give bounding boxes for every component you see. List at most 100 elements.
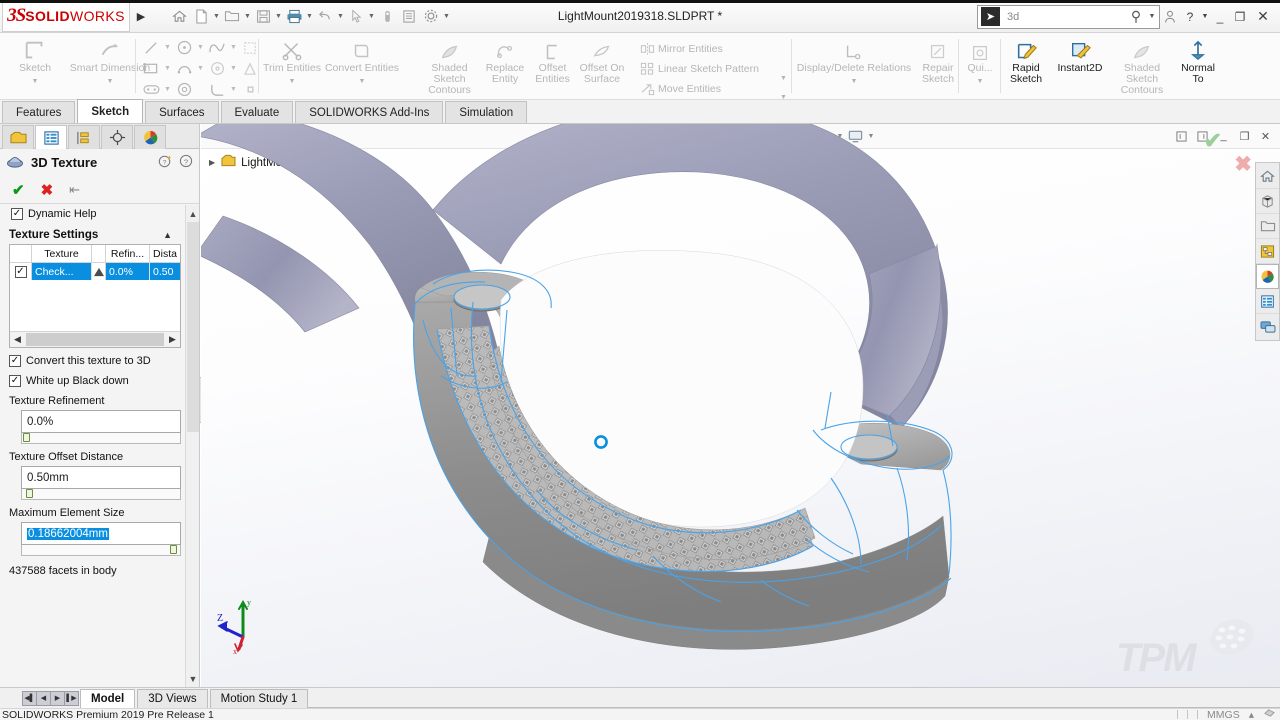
dynamic-help-row[interactable]: ✓ Dynamic Help — [9, 205, 176, 223]
options-list-icon[interactable] — [398, 4, 420, 28]
3d-model-render[interactable] — [201, 124, 1280, 687]
maximum-element-size-slider[interactable] — [21, 545, 181, 556]
circle-caret-icon[interactable]: ▼ — [195, 44, 206, 51]
dynamic-help-checkbox[interactable]: ✓ — [11, 208, 23, 220]
texture-refinement-input[interactable]: 0.0% — [21, 410, 181, 433]
polygon-icon[interactable] — [206, 59, 228, 78]
tab-solidworks-addins[interactable]: SOLIDWORKS Add-Ins — [295, 101, 444, 123]
texture-offset-distance-slider-knob[interactable] — [26, 489, 33, 498]
ribbon-display-delete-relations-button[interactable]: Display/Delete Relations ▼ — [795, 33, 913, 100]
previous-tab-button[interactable]: ◀ — [36, 690, 51, 706]
arc-caret-icon[interactable]: ▼ — [195, 65, 206, 72]
help-caret-icon[interactable]: ▼ — [1200, 5, 1210, 29]
ribbon-shaded-sketch-contours-2-button[interactable]: Shaded Sketch Contours — [1110, 33, 1174, 100]
display-manager-tab[interactable] — [134, 125, 166, 149]
ribbon-instant2d-button[interactable]: Instant2D — [1050, 33, 1110, 100]
configuration-manager-tab[interactable] — [68, 125, 100, 149]
ribbon-normal-to-button[interactable]: Normal To — [1174, 33, 1222, 100]
scroll-thumb[interactable] — [26, 333, 164, 346]
ribbon-repair-sketch-button[interactable]: Repair Sketch — [913, 33, 963, 100]
cell-texture[interactable]: Check... — [32, 263, 92, 280]
dimxpert-manager-tab[interactable] — [101, 125, 133, 149]
bottom-tab-motion-study-1[interactable]: Motion Study 1 — [209, 688, 309, 708]
select-cursor-icon[interactable] — [345, 4, 367, 28]
spline-caret-icon[interactable]: ▼ — [228, 44, 239, 51]
smart-dimension-dropdown-caret-icon[interactable]: ▼ — [107, 76, 114, 88]
table-horizontal-scrollbar[interactable]: ◀ ▶ — [10, 331, 180, 347]
ribbon-linear-sketch-pattern-button[interactable]: Linear Sketch Pattern — [636, 60, 759, 79]
scroll-up-button[interactable]: ▲ — [186, 205, 199, 222]
cell-distance[interactable]: 0.50 — [150, 263, 180, 280]
ribbon-mirror-entities-button[interactable]: Mirror Entities — [636, 40, 759, 59]
fillet-icon[interactable] — [206, 80, 228, 99]
circle-icon[interactable] — [173, 38, 195, 57]
spline-icon[interactable] — [206, 38, 228, 57]
tab-sketch[interactable]: Sketch — [77, 99, 144, 123]
help-question-icon[interactable]: ? — [179, 154, 193, 171]
ellipse-icon[interactable] — [173, 80, 195, 99]
bottom-tab-model[interactable]: Model — [80, 688, 136, 708]
maximum-element-size-input[interactable]: 0.18662004mm — [21, 522, 181, 545]
table-row[interactable]: ✓ Check... 0.0% 0.50 — [10, 263, 180, 280]
rebuild-icon[interactable] — [376, 4, 398, 28]
ribbon-shaded-sketch-contours-button[interactable]: Shaded Sketch Contours — [418, 33, 481, 100]
print-caret-icon[interactable]: ▼ — [305, 4, 314, 28]
sketch-dropdown-caret-icon[interactable]: ▼ — [32, 76, 39, 88]
minimize-button[interactable]: _ — [1210, 5, 1230, 29]
restore-button[interactable]: ❐ — [1230, 5, 1250, 29]
home-icon[interactable] — [168, 4, 190, 28]
scroll-thumb-vertical[interactable] — [187, 222, 199, 432]
line-caret-icon[interactable]: ▼ — [162, 44, 173, 51]
quick-snaps-dropdown-caret-icon[interactable]: ▼ — [977, 76, 984, 88]
save-caret-icon[interactable]: ▼ — [274, 4, 283, 28]
ribbon-quick-snaps-button[interactable]: Qui... ▼ — [962, 33, 998, 100]
scroll-left-button[interactable]: ◀ — [10, 332, 25, 347]
ribbon-trim-entities-button[interactable]: Trim Entities ▼ — [262, 33, 322, 100]
pin-button[interactable]: ⇤ — [69, 182, 80, 198]
row-enable-checkbox[interactable]: ✓ — [14, 265, 27, 278]
ribbon-offset-entities-button[interactable]: Offset Entities — [529, 33, 576, 100]
cancel-button[interactable]: ✖ — [41, 181, 54, 199]
open-folder-caret-icon[interactable]: ▼ — [243, 4, 252, 28]
fillet-caret-icon[interactable]: ▼ — [228, 86, 239, 93]
texture-offset-distance-control[interactable]: 0.50mm — [21, 466, 181, 500]
cell-refinement[interactable]: 0.0% — [106, 263, 150, 280]
texture-refinement-control[interactable]: 0.0% — [21, 410, 181, 444]
undo-caret-icon[interactable]: ▼ — [336, 4, 345, 28]
scroll-down-button[interactable]: ▼ — [186, 670, 199, 687]
convert-entities-dropdown-caret-icon[interactable]: ▼ — [359, 76, 366, 88]
texture-offset-distance-slider[interactable] — [21, 489, 181, 500]
whats-new-help-icon[interactable]: ? — [158, 154, 172, 171]
slot-icon[interactable] — [140, 80, 162, 99]
tab-simulation[interactable]: Simulation — [445, 101, 528, 123]
white-up-black-down-checkbox[interactable]: ✓ — [9, 375, 21, 387]
user-account-icon[interactable] — [1160, 5, 1180, 29]
rectangle-icon[interactable] — [140, 59, 162, 78]
ribbon-sketch-button[interactable]: Sketch ▼ — [4, 33, 66, 100]
search-input[interactable]: 3d — [1000, 11, 1125, 23]
trim-entities-dropdown-caret-icon[interactable]: ▼ — [289, 76, 296, 88]
new-document-caret-icon[interactable]: ▼ — [212, 4, 221, 28]
print-icon[interactable] — [283, 4, 305, 28]
scroll-right-button[interactable]: ▶ — [165, 332, 180, 347]
next-tab-button[interactable]: ▶ — [50, 690, 65, 706]
settings-gear-icon[interactable] — [420, 4, 442, 28]
ribbon-offset-on-surface-button[interactable]: Offset On Surface — [576, 33, 628, 100]
maximum-element-size-control[interactable]: 0.18662004mm — [21, 522, 181, 556]
tab-evaluate[interactable]: Evaluate — [220, 101, 294, 123]
texture-refinement-slider-knob[interactable] — [23, 433, 30, 442]
ribbon-rapid-sketch-button[interactable]: Rapid Sketch — [1002, 33, 1050, 100]
tab-surfaces[interactable]: Surfaces — [145, 101, 219, 123]
search-icon[interactable]: ⚲ — [1125, 8, 1147, 25]
save-icon[interactable] — [252, 4, 274, 28]
convert-texture-to-3d-row[interactable]: ✓ Convert this texture to 3D — [9, 355, 176, 368]
rectangle-caret-icon[interactable]: ▼ — [162, 65, 173, 72]
white-up-black-down-row[interactable]: ✓ White up Black down — [9, 375, 176, 388]
close-button[interactable]: ✕ — [1250, 5, 1276, 29]
edit-material-icon[interactable] — [1263, 708, 1276, 720]
bottom-tab-3d-views[interactable]: 3D Views — [137, 688, 208, 708]
line-icon[interactable] — [140, 38, 162, 57]
settings-caret-icon[interactable]: ▼ — [442, 4, 451, 28]
texture-settings-table[interactable]: Texture Refin... Dista ✓ Check... 0.0% 0… — [9, 244, 181, 348]
graphics-viewport[interactable]: ▼ ▼ ▼ ▼ ▼ — [201, 124, 1280, 687]
